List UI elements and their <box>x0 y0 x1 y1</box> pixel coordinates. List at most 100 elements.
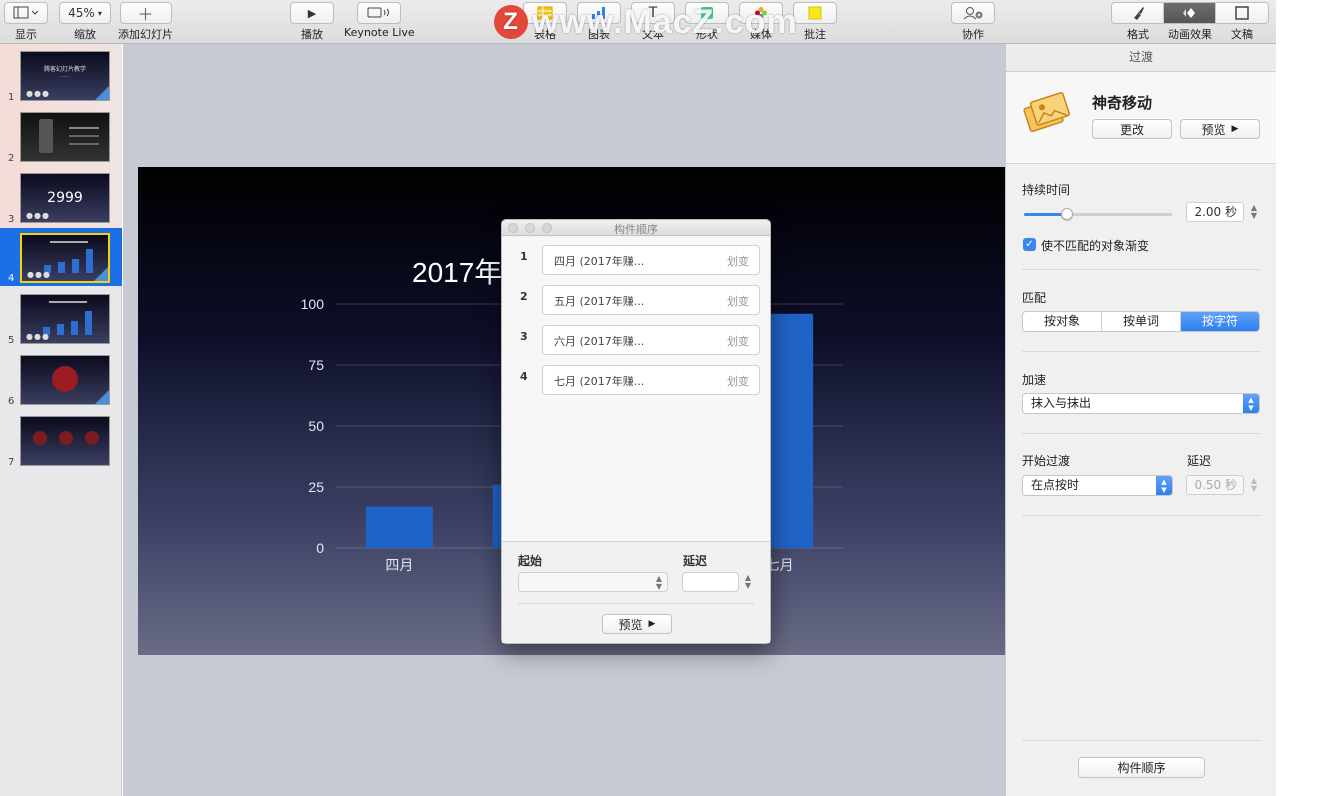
animate-inspector: 过渡 神奇移动 更改 预览 ▶ 持续时间 2.00 秒 ▲ ▼ ✓ 使不匹配的对象… <box>1005 44 1276 796</box>
slide-thumbnail-7[interactable]: 7 <box>0 412 122 470</box>
collaborate-control[interactable]: 协作 <box>951 2 995 42</box>
slide-thumbnail-3[interactable]: 2999 ●●● 3 <box>0 169 122 227</box>
zoom-label: 缩放 <box>74 28 96 41</box>
match-segmented-control: 按对象 按单词 按字符 <box>1022 311 1260 332</box>
thumb-chart-bar <box>85 311 92 335</box>
play-control[interactable]: ▶ 播放 <box>290 2 334 42</box>
keynote-live-button[interactable] <box>357 2 402 24</box>
duration-slider[interactable] <box>1024 208 1172 220</box>
slider-knob[interactable] <box>1060 208 1073 220</box>
build-item[interactable]: 五月 (2017年赚... 划变 <box>542 285 760 315</box>
effect-header: 神奇移动 更改 预览 ▶ <box>1006 72 1276 164</box>
insert-text[interactable]: T 文本 <box>631 2 675 42</box>
start-label: 起始 <box>518 554 543 568</box>
build-row[interactable]: 1 四月 (2017年赚... 划变 <box>502 237 770 277</box>
build-indicator-icon: ●●● <box>26 89 50 98</box>
media-label: 媒体 <box>750 28 772 41</box>
phone-image <box>39 119 53 153</box>
build-item[interactable]: 六月 (2017年赚... 划变 <box>542 325 760 355</box>
comment-icon <box>808 6 822 20</box>
thumb-chart-bar <box>71 321 78 335</box>
build-order-button[interactable]: 构件顺序 <box>1078 757 1205 778</box>
thumb-circle <box>33 431 47 445</box>
play-button[interactable]: ▶ <box>290 2 334 24</box>
document-tab-button[interactable] <box>1216 3 1268 23</box>
add-slide-label: 添加幻灯片 <box>118 28 173 41</box>
media-button[interactable] <box>739 2 783 24</box>
slide-thumbnail-6[interactable]: 6 <box>0 351 122 409</box>
slide-thumbnail-2[interactable]: 2 <box>0 108 122 166</box>
change-effect-button[interactable]: 更改 <box>1092 119 1172 139</box>
duration-label: 持续时间 <box>1022 183 1071 197</box>
preview-button[interactable]: 预览 ▶ <box>602 614 672 634</box>
format-tab-button[interactable] <box>1112 3 1164 23</box>
zoom-control[interactable]: 45% ▾ 缩放 <box>59 2 111 42</box>
table-button[interactable] <box>523 2 567 24</box>
add-slide-control[interactable]: ＋ 添加幻灯片 <box>118 2 173 42</box>
zoom-select[interactable]: 45% ▾ <box>59 2 111 24</box>
insert-comment[interactable]: 批注 <box>793 2 837 42</box>
thumb-chart-title <box>50 241 88 243</box>
insert-media[interactable]: 媒体 <box>739 2 783 42</box>
shape-button[interactable] <box>685 2 729 24</box>
animate-tab-button[interactable] <box>1164 3 1216 23</box>
build-order-label: 构件顺序 <box>1117 761 1166 775</box>
transition-corner-icon <box>95 390 109 404</box>
play-icon: ▶ <box>307 6 317 20</box>
comment-button[interactable] <box>793 2 837 24</box>
build-name: 四月 (2017年赚... <box>554 255 645 268</box>
match-by-object[interactable]: 按对象 <box>1023 312 1102 331</box>
add-slide-button[interactable]: ＋ <box>119 2 172 24</box>
delay-label: 延迟 <box>683 554 708 568</box>
inspector-tab-transition[interactable]: 过渡 <box>1006 44 1276 72</box>
build-row[interactable]: 4 七月 (2017年赚... 划变 <box>502 357 770 397</box>
insert-chart[interactable]: 图表 <box>577 2 621 42</box>
keynote-live-control[interactable]: Keynote Live <box>344 2 415 39</box>
play-label: 播放 <box>301 28 323 41</box>
start-transition-popup[interactable]: 在点按时 ▲ ▼ <box>1022 475 1173 496</box>
window-titlebar[interactable]: 构件顺序 <box>502 220 770 236</box>
delay-field[interactable] <box>682 572 739 592</box>
match-by-word[interactable]: 按单词 <box>1102 312 1181 331</box>
y-tick-label: 50 <box>308 418 324 434</box>
duration-field[interactable]: 2.00 秒 <box>1186 202 1244 222</box>
acceleration-popup[interactable]: 抹入与抹出 ▲ ▼ <box>1022 393 1260 414</box>
chart-bar-1[interactable] <box>365 506 433 548</box>
insert-shape[interactable]: 形状 <box>685 2 729 42</box>
build-indicator-icon: ●●● <box>27 270 51 279</box>
build-number: 1 <box>520 250 528 263</box>
updown-arrows-icon: ▲ ▼ <box>1156 476 1172 495</box>
thumb-chart-bar <box>72 259 79 273</box>
match-by-character[interactable]: 按字符 <box>1181 312 1259 331</box>
build-item[interactable]: 四月 (2017年赚... 划变 <box>542 245 760 275</box>
animate-tab-label: 动画效果 <box>1168 28 1212 41</box>
delay-field[interactable]: 0.50 秒 <box>1186 475 1244 495</box>
duration-stepper[interactable]: ▲ ▼ <box>1248 202 1260 222</box>
slide-thumbnail-5[interactable]: ●●● 5 <box>0 290 122 348</box>
checkmark-icon: ✓ <box>1025 239 1034 250</box>
keynote-live-label: Keynote Live <box>344 26 415 39</box>
slide-thumbnail-4[interactable]: ●●● 4 <box>0 228 122 286</box>
build-indicator-icon: ●●● <box>26 332 50 341</box>
preview-label: 预览 <box>618 617 643 632</box>
view-button[interactable] <box>4 2 48 24</box>
start-select[interactable]: ▲ ▼ <box>518 572 668 592</box>
comment-label: 批注 <box>804 28 826 41</box>
chevron-down-icon: ▾ <box>97 8 102 18</box>
collaborate-button[interactable] <box>951 2 995 24</box>
shape-icon <box>701 7 713 19</box>
text-button[interactable]: T <box>631 2 675 24</box>
fade-checkbox[interactable]: ✓ <box>1023 238 1036 251</box>
document-tab-label: 文稿 <box>1231 28 1253 41</box>
view-control[interactable]: 显示 <box>4 2 48 42</box>
preview-transition-button[interactable]: 预览 ▶ <box>1180 119 1260 139</box>
delay-stepper[interactable]: ▲ ▼ <box>742 572 754 592</box>
insert-table[interactable]: 表格 <box>523 2 567 42</box>
chart-button[interactable] <box>577 2 621 24</box>
build-row[interactable]: 2 五月 (2017年赚... 划变 <box>502 277 770 317</box>
slide-thumbnail-1[interactable]: 腾客幻灯片教学 ······ ●●● 1 <box>0 47 122 105</box>
delay-stepper[interactable]: ▲ ▼ <box>1248 475 1260 495</box>
build-row[interactable]: 3 六月 (2017年赚... 划变 <box>502 317 770 357</box>
paintbrush-icon <box>1133 7 1144 20</box>
build-item[interactable]: 七月 (2017年赚... 划变 <box>542 365 760 395</box>
